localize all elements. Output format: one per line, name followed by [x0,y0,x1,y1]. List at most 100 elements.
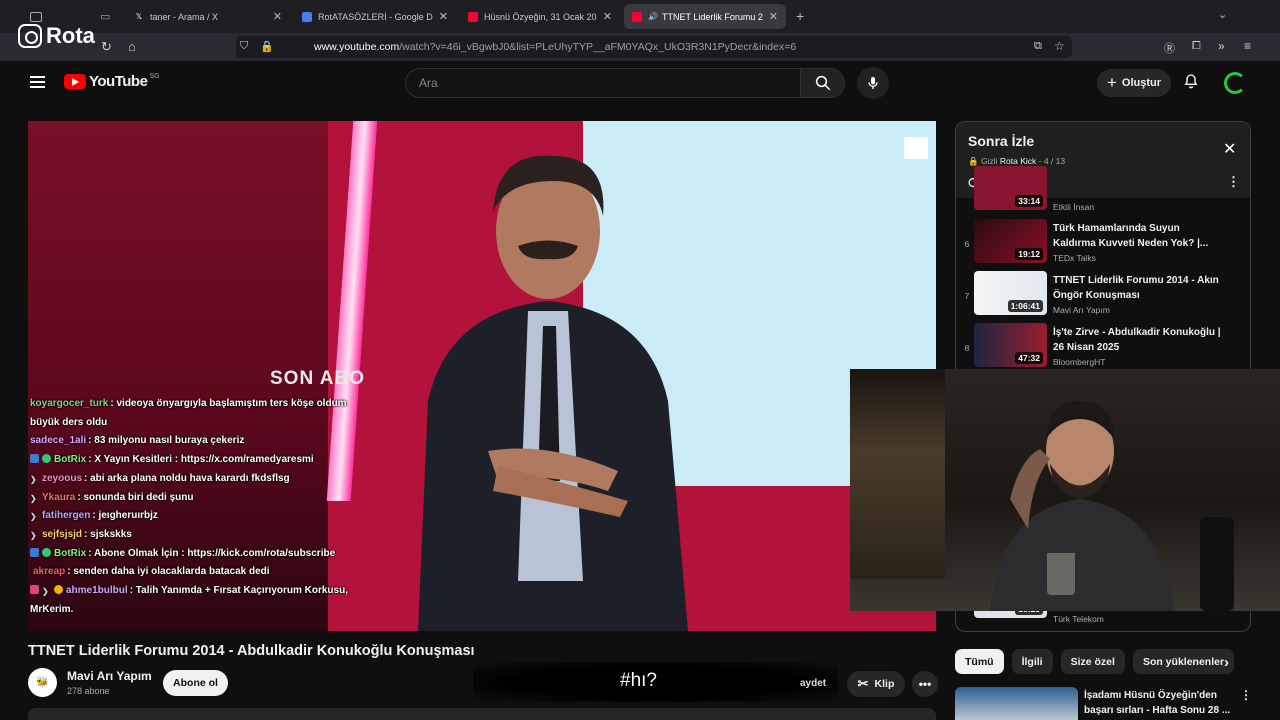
playlist-position: 4 / 13 [1043,156,1066,166]
chip-all[interactable]: Tümü [955,649,1004,674]
new-tab-icon[interactable]: + [796,8,804,24]
close-tab-icon[interactable]: ✕ [439,10,448,23]
chat-username: zeyoous [42,472,83,484]
playlist-item-channel: BloombergHT [1053,357,1106,367]
tab-google-docs[interactable]: RotATASÖZLERİ - Google Dokü ✕ [294,4,456,29]
chat-text: : Abone Olmak İçin : https://kick.com/ro… [88,547,336,559]
playlist-item[interactable]: 33:14 Etkili İnsan [956,166,1250,212]
chip-related[interactable]: İlgili [1011,649,1053,674]
recommendation-title[interactable]: İşadamı Hüsnü Özyeğin'den başarı sırları… [1084,688,1234,718]
overflow-chevron-icon[interactable]: » [1218,39,1225,53]
clip-button[interactable]: ✂ Klip [847,671,905,697]
reload-icon[interactable]: ↻ [101,39,112,55]
search-placeholder: Ara [419,76,438,90]
playlist-thumbnail: 47:32 [974,323,1047,367]
instagram-icon [18,24,42,48]
webcam-overlay [850,369,1280,611]
playlist-item-channel: Türk Telekom [1053,614,1104,624]
tab-youtube-husnu[interactable]: Hüsnü Özyeğin, 31 Ocak 2017 Pa ✕ [460,4,620,29]
chat-text: : jeıgheruırbjz [92,510,158,522]
chevron-right-icon[interactable]: › [1224,654,1229,671]
channel-name[interactable]: Mavi Arı Yapım [67,669,152,683]
extension-puzzle-icon[interactable]: ⧠ [1192,40,1201,53]
playlist-title[interactable]: Sonra İzle [968,133,1034,149]
chat-text: : 83 milyonu nasıl buraya çekeriz [88,435,245,447]
gift-badge-icon [30,585,39,595]
bookmark-star-icon[interactable]: ☆ [1054,39,1065,53]
more-actions-button[interactable]: ••• [912,671,938,697]
plus-icon: + [1106,73,1117,92]
lock-icon: 🔒 [968,156,979,166]
close-tab-icon[interactable]: ✕ [769,10,778,23]
account-avatar[interactable] [1224,72,1246,94]
tab-x-search[interactable]: 𝕏 taner - Arama / X ✕ [126,4,290,29]
tab-list-chevron-icon[interactable]: ⌄ [1218,8,1227,21]
channel-avatar[interactable]: 🐝 [28,668,57,697]
verified-badge-icon [42,547,51,557]
chat-text: : senden daha iyi olacaklarda batacak de… [67,566,270,578]
chip-for-you[interactable]: Size özel [1060,649,1125,674]
voice-search-button[interactable] [857,67,889,99]
playlist-item[interactable]: 8 47:32 İş'te Zirve - Abdulkadir Konukoğ… [956,323,1250,373]
create-label: Oluştur [1121,77,1162,89]
chat-message: ❯ ahme1bulbul: Talih Yanımda + Fırsat Kaç… [30,582,360,619]
microphone-icon [868,77,878,89]
chat-username: koyargocer_turk [30,398,109,409]
create-button[interactable]: + Oluştur [1097,69,1171,97]
tab-list-icon[interactable]: ▭ [100,10,110,23]
coin-badge-icon [54,585,63,595]
subscribe-button[interactable]: Abone ol [163,670,228,696]
chat-message: ❯ sejfsjsjd: sjskskks [30,526,360,545]
save-button[interactable]: aydet [800,678,826,689]
playlist-item-channel: TEDx Talks [1053,253,1096,263]
address-bar[interactable]: www.youtube.com/watch?v=46i_vBgwbJ0&list… [236,36,1072,58]
playlist-item-index: 6 [964,239,970,249]
chat-username: ahme1bulbul [66,585,128,597]
chat-username: sejfsjsjd [42,528,83,540]
description-box[interactable] [28,708,936,720]
webcam-window-background [850,369,945,579]
country-code: SG [149,73,160,80]
url-host: www.youtube.com [314,41,400,53]
chat-text: : X Yayın Kesitleri : https://x.com/rame… [88,454,314,466]
speaker-icon[interactable]: 🔊 [648,12,658,22]
tab-label: TTNET Liderlik Forumu 2014 [662,11,763,22]
close-tab-icon[interactable]: ✕ [273,10,282,23]
more-vertical-icon[interactable]: ⋮ [1227,174,1240,190]
playlist-thumbnail: 19:12 [974,219,1047,263]
sword-badge-icon: ❯ [30,530,37,540]
x-logo-icon: 𝕏 [135,12,143,21]
more-vertical-icon[interactable]: ⋮ [1240,688,1252,702]
playlist-thumbnail: 1:06:41 [974,271,1047,315]
close-tab-icon[interactable]: ✕ [603,10,612,23]
menu-icon[interactable] [30,76,45,88]
notifications-bell-icon[interactable] [1183,72,1199,95]
youtube-logo[interactable]: YouTube SG [64,73,160,90]
tab-youtube-ttnet[interactable]: 🔊 TTNET Liderlik Forumu 2014 ✕ [624,4,786,29]
app-menu-icon[interactable]: ≡ [1244,39,1251,53]
tab-label: taner - Arama / X [150,11,219,22]
chat-message: koyargocer_turk: videoya önyargıyla başl… [30,395,360,432]
chat-username: Ykaura [42,491,76,503]
chat-message: sadece_1ali: 83 milyonu nasıl buraya çek… [30,432,360,451]
bot-badge-icon [30,454,39,464]
youtube-wordmark: YouTube [89,73,148,90]
playlist-privacy: Gizli [980,156,998,166]
playlist-owner[interactable]: Rota Kick [1000,156,1036,166]
chat-message: ❯ fatihergen: jeıgheruırbjz [30,507,360,526]
lock-icon[interactable]: 🔒 [260,40,274,53]
playlist-item-title: Türk Hamamlarında Suyun Kaldırma Kuvveti… [1053,223,1209,249]
shield-icon[interactable]: ⛉ [240,40,248,53]
recommendation-thumbnail[interactable] [955,687,1078,720]
home-icon[interactable]: ⌂ [128,39,136,54]
search-input[interactable]: Ara [405,68,801,98]
playlist-item[interactable]: 6 19:12 Türk Hamamlarında Suyun Kaldırma… [956,219,1250,269]
bot-badge-icon [30,547,39,557]
search-button[interactable] [800,68,845,98]
close-icon[interactable]: ✕ [1223,139,1236,159]
chip-recently-uploaded[interactable]: Son yüklenenler [1132,649,1235,674]
chat-username: sadece_1ali [30,435,87,447]
picture-in-picture-icon[interactable]: ⧉ [1034,40,1042,53]
playlist-item-current[interactable]: 7 1:06:41 TTNET Liderlik Forumu 2014 - A… [956,271,1250,321]
extension-r-icon[interactable]: Ⓡ [1164,40,1175,56]
